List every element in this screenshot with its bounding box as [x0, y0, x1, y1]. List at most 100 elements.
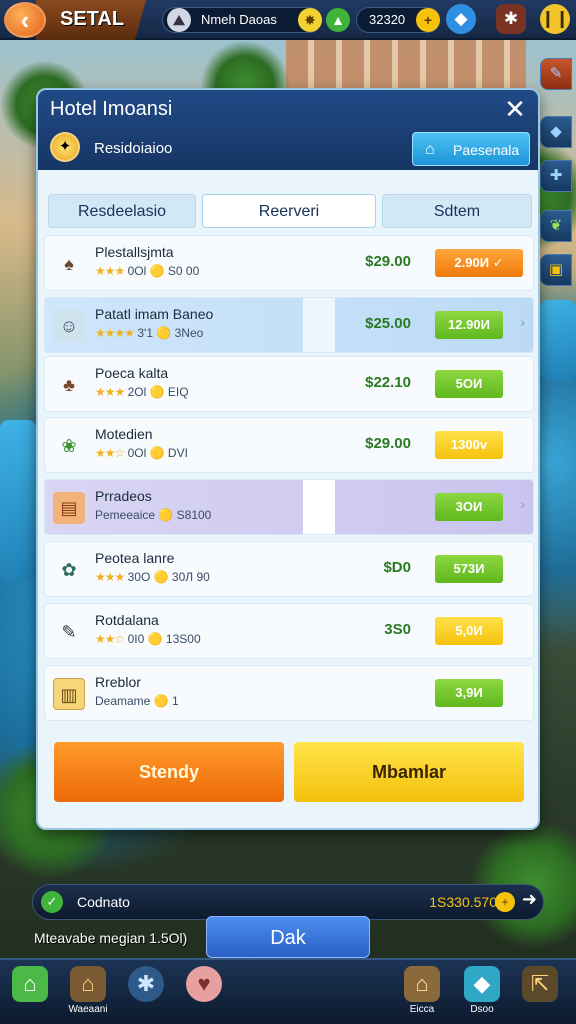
map-icon: ⛰: [167, 8, 191, 32]
item-name: Motedien: [95, 426, 153, 442]
item-name: Prradeos: [95, 488, 152, 504]
side-tab-tools-icon[interactable]: ✚: [540, 160, 572, 192]
item-buy-button[interactable]: 12.90И: [435, 311, 503, 339]
add-coins-button[interactable]: +: [416, 8, 440, 32]
settings-gear-icon[interactable]: ✱: [496, 4, 526, 34]
item-buy-button[interactable]: 1300v: [435, 431, 503, 459]
rating-stars: ★★★: [95, 264, 125, 278]
item-buy-button[interactable]: 5ОИ: [435, 370, 503, 398]
item-meta-text: 3'1 🟡 3Neo: [137, 326, 204, 340]
food-tray-icon: ▤: [53, 492, 85, 524]
item-price: $29.00: [365, 253, 411, 270]
item-buy-button[interactable]: 5,0И: [435, 617, 503, 645]
item-meta-text: Deamame 🟡 1: [95, 694, 179, 708]
item-meta: ★★★ 30O 🟡 30Л 90: [95, 570, 210, 584]
study-button[interactable]: Stendy: [54, 742, 284, 802]
pool-water: [0, 420, 36, 580]
hotel-panel: Hotel Imoansi ✕ ✦ Residoiaioo ⌂ Paesenal…: [36, 88, 540, 830]
bottom-nav: ⌂ ⌂ Waeaani ✱ ♥ ⌂ Eicca ◆ Dsoo ⇱: [0, 958, 576, 1024]
nav-pig[interactable]: ♥: [174, 966, 234, 1022]
game-title: SETAL: [60, 8, 125, 30]
list-item[interactable]: ☺ Patatl imam Baneo ★★★★ 3'1 🟡 3Neo $25.…: [44, 297, 534, 353]
list-item[interactable]: ❀ Motedien ★★☆ 0Ol 🟡 DVI $29.00 1300v: [44, 417, 534, 473]
mushroom-icon: ♣: [63, 375, 75, 395]
highlight-block: [303, 480, 335, 534]
item-buy-button[interactable]: 3OИ: [435, 493, 503, 521]
nav-cube[interactable]: ◆ Dsoo: [452, 966, 512, 1022]
home-icon: ⌂: [12, 966, 48, 1002]
list-item[interactable]: ♠ Plestallsjmta ★★★ 0Ol 🟡 S0 00 $29.00 2…: [44, 235, 534, 291]
side-tab-leaf-icon[interactable]: ❦: [540, 210, 572, 242]
cube-icon: ◆: [464, 966, 500, 1002]
header-action-button[interactable]: ⌂ Paesenala: [412, 132, 530, 166]
hotel-badge-icon: ✦: [50, 132, 80, 162]
tab-reservation[interactable]: Reerveri: [202, 194, 376, 228]
item-buy-button[interactable]: 573И: [435, 555, 503, 583]
item-meta: ★★☆ 0I0 🟡 13S00: [95, 632, 201, 646]
nav-exit[interactable]: ⇱: [510, 966, 570, 1022]
plant-icon: ❀: [61, 436, 77, 456]
info-value: 1S330.570: [429, 894, 497, 910]
lamp-icon: ♠: [64, 254, 74, 274]
side-tab-ticket-icon[interactable]: ▣: [540, 254, 572, 286]
info-bar: ✓ Codnato 1S330.570 + ➜: [32, 884, 544, 920]
buy-button-label: 2.90И: [454, 255, 490, 270]
exit-icon: ⇱: [522, 966, 558, 1002]
panel-subtitle: Residoiaioo: [94, 140, 173, 157]
item-meta-text: 0I0 🟡 13S00: [127, 632, 201, 646]
plant-pot-icon: ✿: [61, 560, 77, 580]
arrow-right-icon[interactable]: ➜: [522, 889, 537, 910]
nav-label: Dsoo: [470, 1004, 494, 1015]
item-meta: ★★★ 0Ol 🟡 S0 00: [95, 264, 199, 278]
nav-globe[interactable]: ✱: [116, 966, 176, 1022]
item-meta: ★★★★ 3'1 🟡 3Neo: [95, 326, 203, 340]
highlight-block: [303, 298, 335, 352]
item-meta-text: 30O 🟡 30Л 90: [127, 570, 210, 584]
nav-label: Eicca: [409, 1004, 435, 1015]
list-item[interactable]: ▤ Prradeos Pemeeaice 🟡 S8100 3OИ ›: [44, 479, 534, 535]
gem-icon[interactable]: ◆: [446, 4, 476, 34]
item-buy-button[interactable]: 3,9И: [435, 679, 503, 707]
tab-residence[interactable]: Resdeelasio: [48, 194, 196, 228]
list-item[interactable]: ♣ Poeca kalta ★★★ 2Ol 🟡 EIQ $22.10 5ОИ: [44, 356, 534, 412]
item-name: Poeca kalta: [95, 365, 169, 381]
item-price: $25.00: [365, 315, 411, 332]
list-item[interactable]: ✿ Peotea lanre ★★★ 30O 🟡 30Л 90 $D0 573И: [44, 541, 534, 597]
item-price: $D0: [383, 559, 411, 576]
list-item[interactable]: ✎ Rotdalana ★★☆ 0I0 🟡 13S00 3S0 5,0И: [44, 603, 534, 659]
item-name: Peotea lanre: [95, 550, 175, 566]
check-icon: ✓: [492, 255, 504, 270]
item-name: Plestallsjmta: [95, 244, 174, 260]
coin-icon: +: [495, 892, 515, 912]
side-tab-alert-icon[interactable]: ✎: [540, 58, 572, 90]
pig-icon: ♥: [186, 966, 222, 1002]
side-tab-chat-icon[interactable]: ◆: [540, 116, 572, 148]
location-name: Nmeh Daoas: [201, 12, 277, 27]
building-icon: ⌂: [425, 141, 435, 158]
nav-label: Waeaani: [68, 1004, 108, 1015]
back-button[interactable]: ‹: [4, 2, 46, 38]
item-meta-text: Pemeeaice 🟡 S8100: [95, 508, 212, 522]
nav-house[interactable]: ⌂ Waeaani: [58, 966, 118, 1022]
rating-stars: ★★☆: [95, 632, 125, 646]
item-buy-button[interactable]: 2.90И ✓: [435, 249, 523, 277]
add-resource-button[interactable]: ▲: [326, 8, 350, 32]
confirm-button[interactable]: Mbamlar: [294, 742, 524, 802]
currency-value: 32320: [369, 12, 406, 27]
nav-home[interactable]: ⌂: [0, 966, 60, 1022]
item-meta-text: 0Ol 🟡 S0 00: [127, 264, 200, 278]
item-meta: ★★★ 2Ol 🟡 EIQ: [95, 385, 189, 399]
pause-button[interactable]: ❙❙: [540, 4, 570, 34]
tab-system[interactable]: Sdtem: [382, 194, 532, 228]
item-price: $29.00: [365, 435, 411, 452]
portrait-icon: ☺: [53, 310, 85, 342]
list-item[interactable]: ▥ Rreblor Deamame 🟡 1 3,9И: [44, 665, 534, 721]
dak-button[interactable]: Dak: [206, 916, 370, 958]
star-icon: ✸: [298, 8, 322, 32]
close-icon[interactable]: ✕: [500, 94, 530, 124]
item-name: Rreblor: [95, 674, 141, 690]
nav-building[interactable]: ⌂ Eicca: [392, 966, 452, 1022]
chevron-right-icon: ›: [520, 496, 525, 512]
item-name: Patatl imam Baneo: [95, 306, 214, 322]
item-meta-text: 2Ol 🟡 EIQ: [127, 385, 189, 399]
